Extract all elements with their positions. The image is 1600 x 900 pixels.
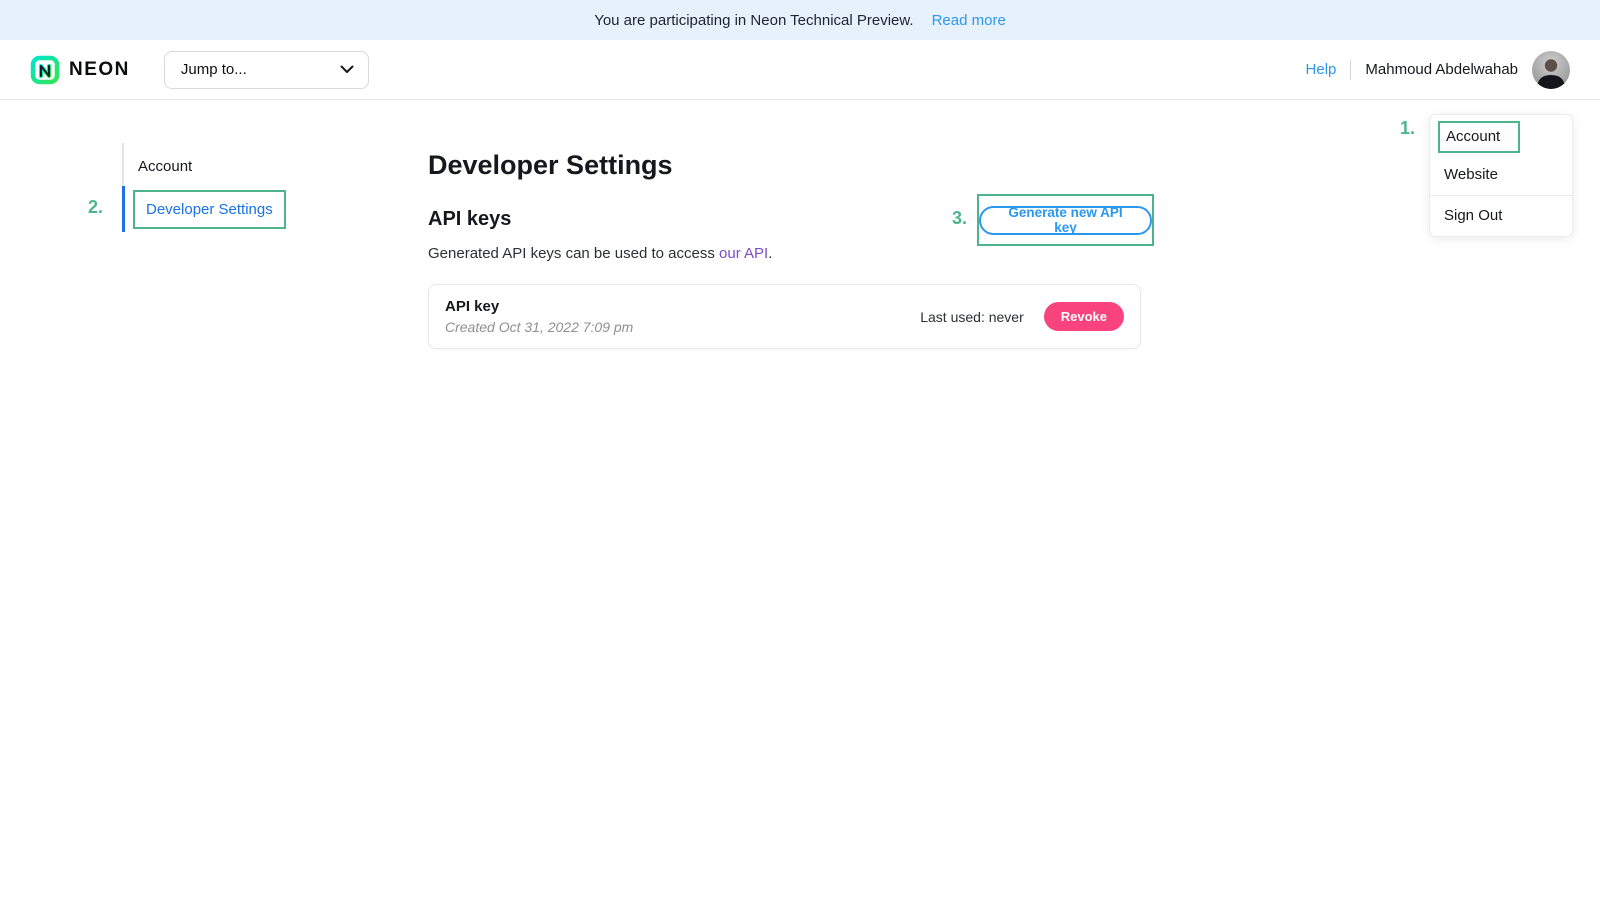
menu-item-website[interactable]: Website bbox=[1430, 157, 1572, 195]
app-header: NEON Jump to... Help Mahmoud Abdelwahab bbox=[0, 40, 1600, 100]
generate-api-key-button[interactable]: Generate new API key bbox=[979, 206, 1152, 235]
annotation-step-2: 2. bbox=[88, 197, 103, 218]
banner-text: You are participating in Neon Technical … bbox=[594, 12, 913, 29]
sidebar-item-developer-settings-label: Developer Settings bbox=[135, 192, 284, 227]
sidebar-item-developer-settings[interactable]: Developer Settings bbox=[122, 186, 286, 232]
header-right: Help Mahmoud Abdelwahab bbox=[1306, 51, 1570, 89]
neon-wordmark: NEON bbox=[69, 59, 130, 81]
annotation-box-generate-button: Generate new API key bbox=[977, 194, 1154, 246]
jump-to-label: Jump to... bbox=[181, 61, 247, 78]
annotation-step-1: 1. bbox=[1400, 118, 1415, 139]
menu-item-account[interactable]: Account bbox=[1438, 121, 1572, 153]
api-key-card-right: Last used: never Revoke bbox=[920, 302, 1124, 331]
api-key-card: API key Created Oct 31, 2022 7:09 pm Las… bbox=[428, 284, 1141, 349]
menu-item-sign-out[interactable]: Sign Out bbox=[1430, 196, 1572, 236]
avatar[interactable] bbox=[1532, 51, 1570, 89]
revoke-button[interactable]: Revoke bbox=[1044, 302, 1124, 331]
menu-item-account-label: Account bbox=[1446, 128, 1500, 145]
annotation-box-account: Account bbox=[1438, 121, 1520, 153]
user-menu: Account Website Sign Out bbox=[1429, 114, 1573, 237]
api-key-last-used: Last used: never bbox=[920, 309, 1024, 325]
description-prefix: Generated API keys can be used to access bbox=[428, 245, 719, 262]
api-key-created: Created Oct 31, 2022 7:09 pm bbox=[445, 319, 633, 335]
user-name: Mahmoud Abdelwahab bbox=[1365, 61, 1518, 78]
page-title: Developer Settings bbox=[428, 150, 673, 181]
api-key-info: API key Created Oct 31, 2022 7:09 pm bbox=[445, 298, 633, 335]
neon-console-screen: You are participating in Neon Technical … bbox=[0, 0, 1600, 900]
our-api-link[interactable]: our API bbox=[719, 245, 768, 262]
jump-to-dropdown[interactable]: Jump to... bbox=[164, 51, 369, 89]
chevron-down-icon bbox=[340, 65, 354, 74]
annotation-box-developer-settings: Developer Settings bbox=[133, 190, 286, 229]
api-key-name: API key bbox=[445, 298, 633, 315]
api-keys-description: Generated API keys can be used to access… bbox=[428, 245, 772, 262]
annotation-step-3: 3. bbox=[952, 208, 967, 229]
technical-preview-banner: You are participating in Neon Technical … bbox=[0, 0, 1600, 40]
help-link[interactable]: Help bbox=[1306, 61, 1337, 78]
sidebar-item-account[interactable]: Account bbox=[122, 143, 192, 189]
description-suffix: . bbox=[768, 245, 772, 262]
read-more-link[interactable]: Read more bbox=[932, 12, 1006, 29]
header-divider bbox=[1350, 60, 1351, 80]
api-keys-section-title: API keys bbox=[428, 208, 511, 231]
neon-logo-icon bbox=[30, 55, 60, 85]
neon-logo[interactable]: NEON bbox=[30, 55, 130, 85]
